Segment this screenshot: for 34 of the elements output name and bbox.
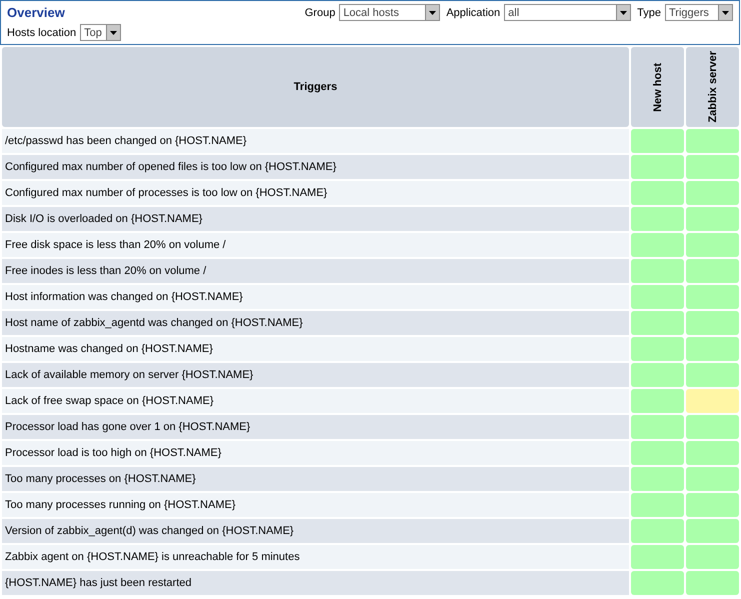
trigger-cell: Host information was changed on {HOST.NAME} bbox=[2, 285, 629, 309]
trigger-cell: Processor load is too high on {HOST.NAME} bbox=[2, 441, 629, 465]
trigger-cell: Too many processes on {HOST.NAME} bbox=[2, 467, 629, 491]
dropdown[interactable]: Triggers bbox=[665, 4, 733, 21]
trigger-cell: Lack of free swap space on {HOST.NAME} bbox=[2, 389, 629, 413]
caret-icon bbox=[106, 25, 120, 40]
trigger-cell: Processor load has gone over 1 on {HOST.NAME} bbox=[2, 415, 629, 439]
filter-label: Application bbox=[446, 6, 500, 18]
trigger-cell: Zabbix agent on {HOST.NAME} is unreachable for 5 minutes bbox=[2, 545, 629, 569]
trigger-cell: Configured max number of opened files is too low on {HOST.NAME} bbox=[2, 155, 629, 179]
dropdown[interactable]: Top bbox=[80, 24, 122, 41]
trigger-cell: Host name of zabbix_agentd was changed on {HOST.NAME} bbox=[2, 311, 629, 335]
trigger-cell: Free inodes is less than 20% on volume / bbox=[2, 259, 629, 283]
trigger-cell: Lack of available memory on server {HOST.NAME} bbox=[2, 363, 629, 387]
trigger-cell: {HOST.NAME} has just been restarted bbox=[2, 571, 629, 595]
trigger-cell: Configured max number of processes is too low on {HOST.NAME} bbox=[2, 181, 629, 205]
trigger-cell: Version of zabbix_agent(d) was changed on {HOST.NAME} bbox=[2, 519, 629, 543]
column-header: Triggers bbox=[2, 47, 629, 127]
dropdown[interactable]: all bbox=[504, 4, 632, 21]
trigger-cell: Too many processes running on {HOST.NAME} bbox=[2, 493, 629, 517]
trigger-cell: /etc/passwd has been changed on {HOST.NAME} bbox=[2, 129, 629, 153]
trigger-cell: Free disk space is less than 20% on volume / bbox=[2, 233, 629, 257]
filter-label: Type bbox=[637, 6, 661, 18]
dropdown[interactable]: Local hosts bbox=[339, 4, 440, 21]
column-header: New host bbox=[631, 47, 684, 127]
filter-label: Hosts location bbox=[7, 26, 76, 38]
column-header: Zabbix server bbox=[686, 47, 739, 127]
caret-icon bbox=[616, 5, 630, 20]
caret-icon bbox=[718, 5, 732, 20]
trigger-cell: Hostname was changed on {HOST.NAME} bbox=[2, 337, 629, 361]
trigger-cell: Disk I/O is overloaded on {HOST.NAME} bbox=[2, 207, 629, 231]
filter-label: Group bbox=[304, 6, 336, 18]
caret-icon bbox=[425, 5, 440, 20]
page-title: Overview bbox=[7, 5, 65, 20]
